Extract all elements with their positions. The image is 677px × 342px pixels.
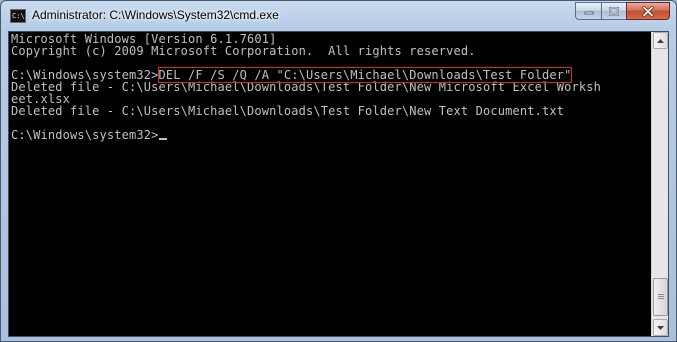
title-bar[interactable]: C:\ Administrator: C:\Windows\System32\c… — [1, 1, 676, 32]
thumb-grip — [658, 294, 664, 295]
maximize-icon — [609, 6, 619, 16]
close-icon — [642, 5, 654, 17]
scroll-up-arrow-icon — [657, 38, 664, 43]
console-line: Deleted file - C:\Users\Michael\Download… — [11, 104, 565, 118]
vertical-scrollbar[interactable] — [651, 32, 668, 336]
cmd-icon-glyph: C:\ — [12, 12, 25, 20]
scroll-down-button[interactable] — [653, 319, 668, 336]
thumb-grip — [658, 298, 664, 299]
console-prompt-line[interactable]: C:\Windows\system32> — [11, 129, 651, 141]
scroll-down-arrow-icon — [657, 325, 664, 330]
window-title: Administrator: C:\Windows\System32\cmd.e… — [32, 8, 279, 22]
console-line: Copyright (c) 2009 Microsoft Corporation… — [11, 44, 476, 58]
thumb-grip — [658, 296, 664, 297]
console-line: Deleted file - C:\Users\Michael\Download… — [11, 80, 601, 94]
text-cursor — [158, 138, 167, 140]
console-output[interactable]: Microsoft Windows [Version 6.1.7601] Cop… — [11, 33, 651, 333]
scrollbar-thumb[interactable] — [653, 278, 668, 316]
cmd-window: C:\ Administrator: C:\Windows\System32\c… — [0, 0, 677, 342]
console-area[interactable]: Microsoft Windows [Version 6.1.7601] Cop… — [8, 31, 669, 337]
minimize-button[interactable] — [575, 2, 601, 20]
scroll-up-button[interactable] — [653, 32, 668, 49]
current-prompt: C:\Windows\system32> — [11, 128, 159, 142]
caption-buttons — [575, 2, 670, 21]
minimize-icon — [584, 11, 593, 15]
cmd-icon[interactable]: C:\ — [10, 9, 26, 23]
close-button[interactable] — [626, 2, 670, 20]
maximize-button[interactable] — [601, 2, 626, 20]
